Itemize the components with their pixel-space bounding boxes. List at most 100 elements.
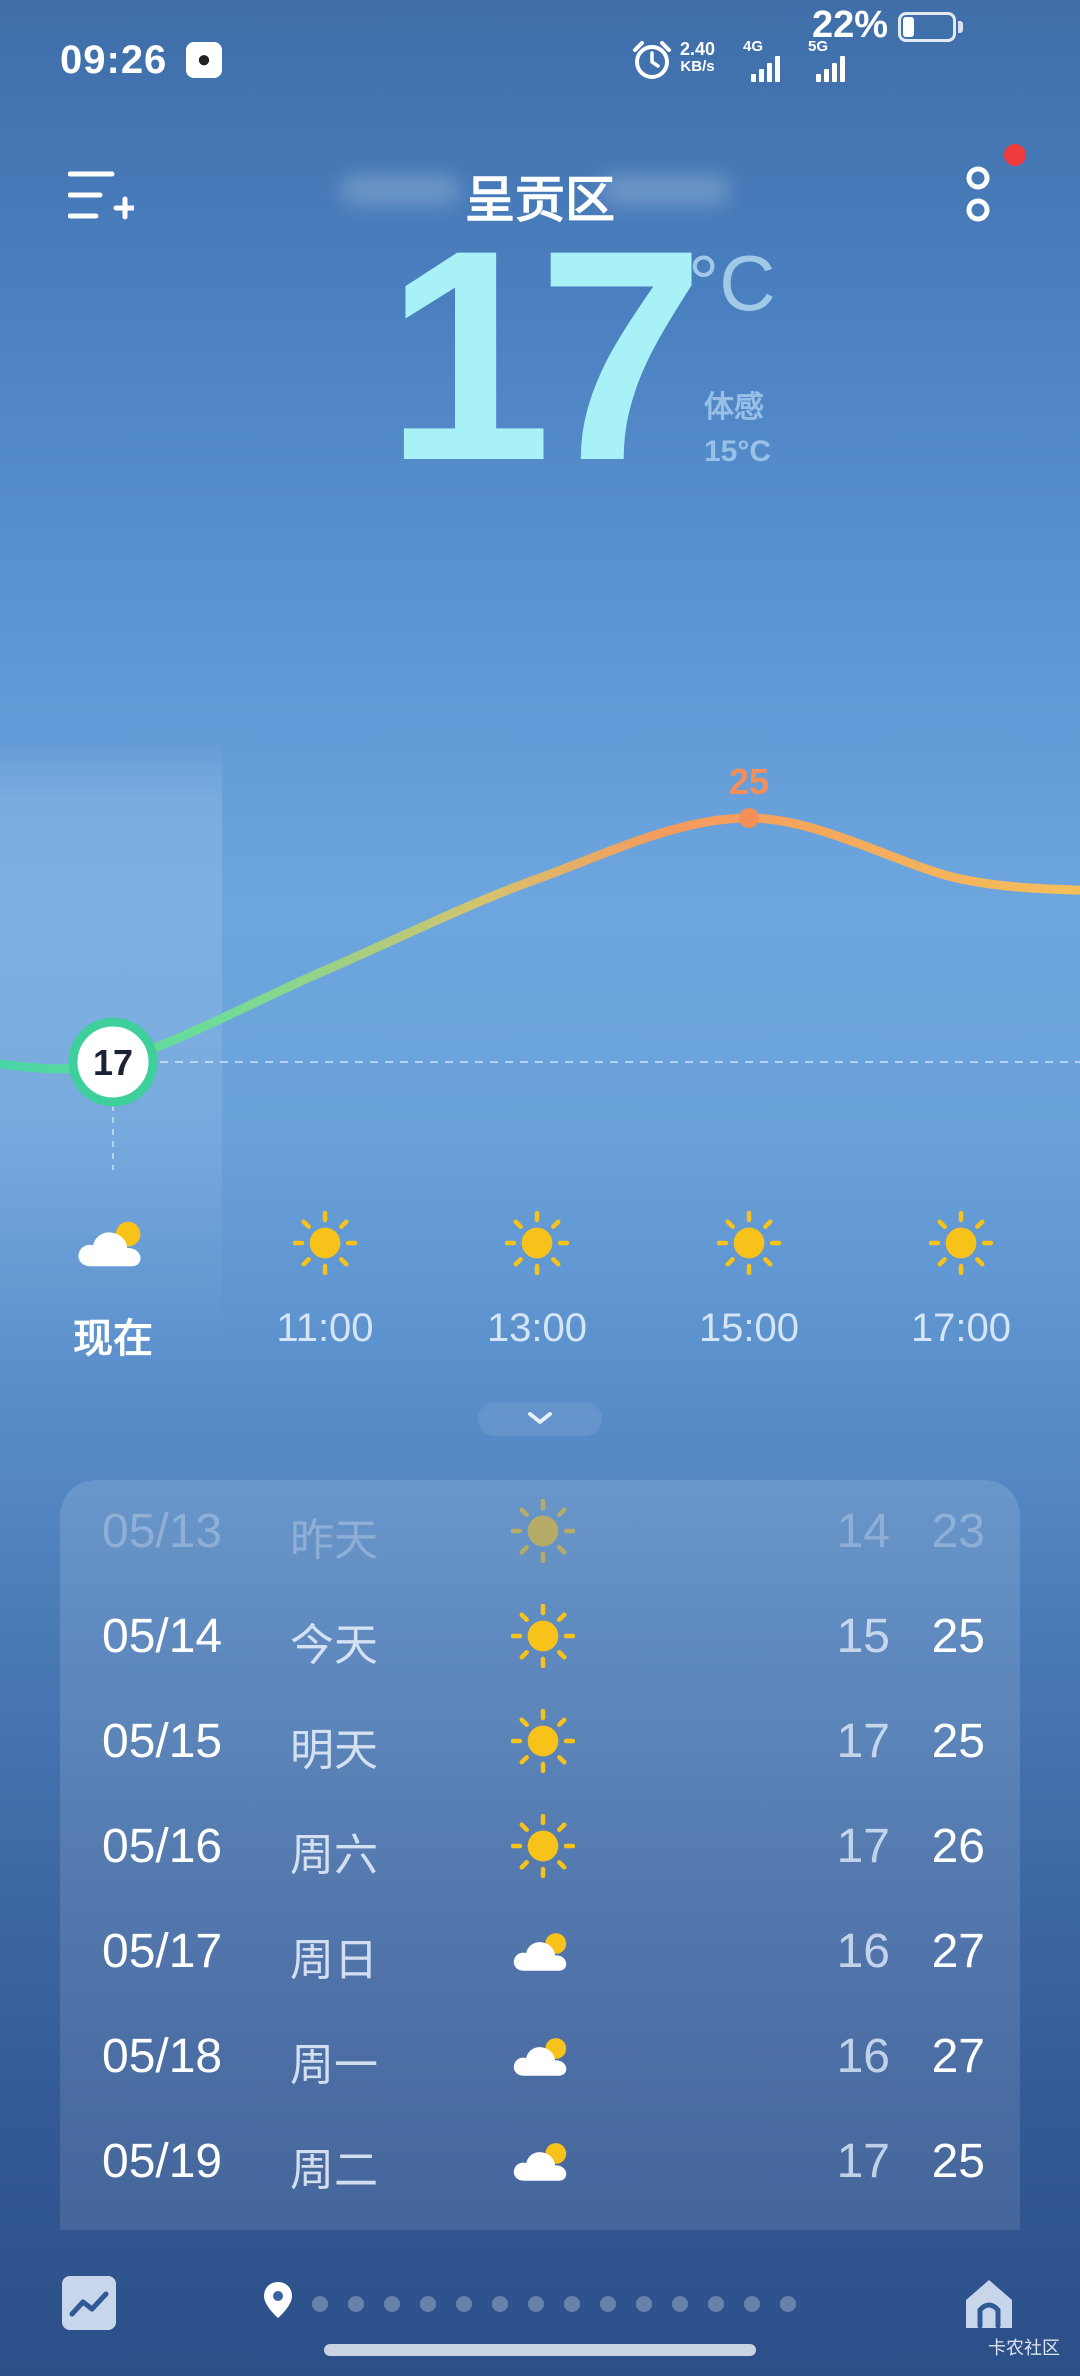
notification-dot bbox=[1004, 144, 1026, 166]
signal-bars-icon bbox=[751, 56, 787, 82]
network-speed-value: 2.40 bbox=[680, 39, 716, 59]
daily-row[interactable]: 05/17 周日 16 27 bbox=[60, 1900, 1020, 2005]
sun-icon bbox=[669, 1208, 829, 1278]
alarm-icon bbox=[633, 41, 671, 79]
daily-high-temp: 27 bbox=[931, 2030, 985, 2083]
page-dot[interactable] bbox=[564, 2296, 580, 2312]
peak-temperature-label: 25 bbox=[729, 761, 769, 802]
daily-low-temp: 17 bbox=[836, 2135, 890, 2188]
status-time: 09:26 bbox=[60, 38, 168, 82]
page-dot[interactable] bbox=[456, 2296, 472, 2312]
daily-low-temp: 17 bbox=[836, 1820, 890, 1873]
current-temperature-label: 17 bbox=[93, 1042, 133, 1083]
daily-date: 05/14 bbox=[102, 1610, 223, 1663]
daily-day-name: 周六 bbox=[290, 1831, 378, 1880]
page-dot[interactable] bbox=[744, 2296, 760, 2312]
daily-high-temp: 25 bbox=[931, 2135, 985, 2188]
daily-low-temp: 16 bbox=[836, 1925, 890, 1978]
daily-high-temp: 27 bbox=[931, 1925, 985, 1978]
battery-percent: 22% bbox=[812, 4, 889, 46]
daily-low-temp: 16 bbox=[836, 2030, 890, 2083]
hourly-item: 13:00 bbox=[457, 1208, 617, 1351]
battery-tip bbox=[958, 21, 963, 33]
daily-day-name: 昨天 bbox=[290, 1516, 378, 1565]
gesture-home-bar[interactable] bbox=[324, 2344, 756, 2356]
page-dot[interactable] bbox=[672, 2296, 688, 2312]
cloudy-sun-icon bbox=[33, 1208, 193, 1278]
daily-date: 05/19 bbox=[102, 2135, 223, 2188]
daily-row[interactable]: 05/15 明天 17 25 bbox=[60, 1690, 1020, 1795]
cloudy-sun-icon bbox=[508, 2126, 578, 2196]
daily-row[interactable]: 05/16 周六 17 26 bbox=[60, 1795, 1020, 1900]
current-temperature: 17 bbox=[385, 187, 705, 523]
sun-icon bbox=[245, 1208, 405, 1278]
hourly-time: 现在 bbox=[73, 1317, 153, 1361]
expand-chevron-icon[interactable] bbox=[478, 1402, 602, 1436]
battery-icon bbox=[898, 12, 956, 42]
trend-chart-icon[interactable] bbox=[62, 2276, 116, 2330]
sun-icon bbox=[881, 1208, 1041, 1278]
hourly-item: 现在 bbox=[33, 1208, 193, 1364]
page-dot[interactable] bbox=[312, 2296, 328, 2312]
daily-row[interactable]: 05/18 周一 16 27 bbox=[60, 2005, 1020, 2110]
sun-icon bbox=[457, 1208, 617, 1278]
page-dot[interactable] bbox=[420, 2296, 436, 2312]
qq-notification-icon: ● bbox=[186, 42, 222, 78]
network-speed: 2.40 KB/s bbox=[680, 40, 715, 76]
cloudy-sun-icon bbox=[508, 2021, 578, 2091]
location-pin-icon bbox=[264, 2282, 292, 2318]
home-icon[interactable] bbox=[962, 2276, 1016, 2332]
signal-bars-icon bbox=[816, 56, 852, 82]
peak-temperature-point bbox=[739, 808, 759, 828]
page-dot[interactable] bbox=[636, 2296, 652, 2312]
daily-high-temp: 25 bbox=[931, 1715, 985, 1768]
watermark: 卡农社区 bbox=[988, 2338, 1060, 2358]
page-dot[interactable] bbox=[348, 2296, 364, 2312]
daily-date: 05/16 bbox=[102, 1820, 223, 1873]
sun-icon bbox=[508, 1496, 578, 1566]
network-speed-unit: KB/s bbox=[680, 58, 715, 75]
daily-day-name: 今天 bbox=[290, 1621, 378, 1670]
hourly-time: 11:00 bbox=[276, 1306, 374, 1350]
daily-day-name: 周二 bbox=[290, 2146, 378, 2195]
status-bar: 09:26 ● 2.40 KB/s 4G 5G bbox=[60, 32, 1040, 92]
page-dot[interactable] bbox=[780, 2296, 796, 2312]
feels-like-value: 15°C bbox=[704, 435, 772, 468]
city-manage-icon[interactable] bbox=[68, 168, 134, 224]
page-dot[interactable] bbox=[492, 2296, 508, 2312]
temperature-line bbox=[0, 813, 1080, 1074]
hourly-time: 13:00 bbox=[486, 1306, 588, 1350]
daily-day-name: 明天 bbox=[290, 1726, 378, 1775]
daily-high-temp: 26 bbox=[931, 1820, 985, 1873]
daily-date: 05/17 bbox=[102, 1925, 223, 1978]
daily-row[interactable]: 05/19 周二 17 25 bbox=[60, 2110, 1020, 2215]
daily-low-temp: 14 bbox=[836, 1505, 890, 1558]
daily-high-temp: 23 bbox=[931, 1505, 985, 1558]
daily-high-temp: 25 bbox=[931, 1610, 985, 1663]
temperature-unit: °C bbox=[688, 239, 776, 327]
hourly-item: 15:00 bbox=[669, 1208, 829, 1351]
daily-date: 05/18 bbox=[102, 2030, 223, 2083]
more-options-icon[interactable] bbox=[956, 164, 1000, 234]
page-dot[interactable] bbox=[384, 2296, 400, 2312]
daily-date: 05/15 bbox=[102, 1715, 223, 1768]
sun-icon bbox=[508, 1811, 578, 1881]
daily-row[interactable]: 05/13 昨天 14 23 bbox=[60, 1480, 1020, 1585]
page-dot[interactable] bbox=[708, 2296, 724, 2312]
hourly-time: 15:00 bbox=[698, 1306, 800, 1350]
page-dot[interactable] bbox=[600, 2296, 616, 2312]
daily-date: 05/13 bbox=[102, 1505, 223, 1558]
daily-low-temp: 17 bbox=[836, 1715, 890, 1768]
hourly-temperature-chart: 25 17 bbox=[0, 761, 1080, 1170]
feels-like-label: 体感 bbox=[704, 391, 764, 424]
daily-day-name: 周日 bbox=[290, 1936, 378, 1985]
sim1-label: 4G bbox=[743, 38, 764, 55]
sun-icon bbox=[508, 1601, 578, 1671]
daily-row[interactable]: 05/14 今天 15 25 bbox=[60, 1585, 1020, 1690]
feels-like: 体感 15°C bbox=[704, 386, 771, 474]
page-dot[interactable] bbox=[528, 2296, 544, 2312]
daily-forecast-card[interactable]: 05/13 昨天 14 23 05/14 今天 15 25 05/15 明天 17 25 05/16 周六… bbox=[60, 1480, 1020, 2230]
hourly-item: 17:00 bbox=[881, 1208, 1041, 1351]
daily-day-name: 周一 bbox=[290, 2041, 378, 2090]
sun-icon bbox=[508, 1706, 578, 1776]
